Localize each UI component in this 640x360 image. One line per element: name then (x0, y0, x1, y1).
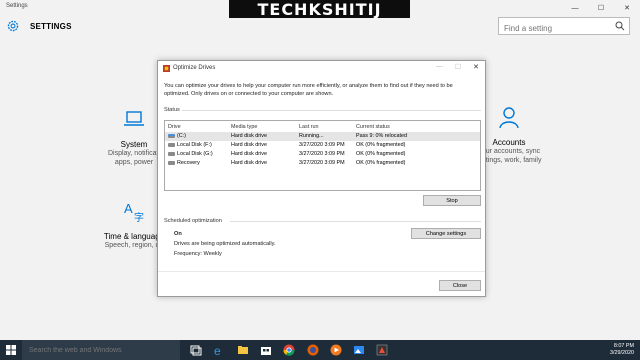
column-media-type[interactable]: Media type (231, 123, 257, 132)
schedule-description: Drives are being optimized automatically… (174, 241, 276, 247)
divider (182, 110, 481, 111)
column-last-run[interactable]: Last run (299, 123, 318, 132)
search-input[interactable] (499, 20, 609, 37)
dialog-titlebar: Optimize Drives — ☐ ✕ (158, 61, 485, 76)
drive-cell: (C:) (168, 132, 186, 141)
column-drive[interactable]: Drive (168, 123, 181, 132)
last-run: 3/27/2020 3:09 PM (299, 142, 345, 148)
person-icon (499, 107, 519, 129)
last-run: 3/27/2020 3:09 PM (299, 151, 345, 157)
maximize-button[interactable]: ☐ (588, 0, 614, 16)
dialog-close-icon[interactable]: ✕ (473, 63, 479, 71)
drive-row-c[interactable]: (C:) Hard disk drive Running... Pass 9: … (165, 132, 480, 141)
current-status: Pass 9: 0% relocated (356, 133, 407, 139)
divider (230, 221, 481, 222)
settings-header: SETTINGS (6, 19, 72, 33)
optimize-drives-dialog: Optimize Drives — ☐ ✕ You can optimize y… (157, 60, 486, 297)
dialog-window-controls: — ☐ ✕ (436, 63, 479, 71)
firefox-icon[interactable] (307, 344, 319, 356)
drive-name: Recovery (177, 160, 200, 166)
dialog-title: Optimize Drives (173, 65, 216, 71)
system-drive-icon (168, 133, 175, 138)
dialog-maximize-button[interactable]: ☐ (455, 63, 461, 71)
column-current-status[interactable]: Current status (356, 123, 390, 132)
windows-start-icon[interactable] (6, 345, 16, 355)
drive-row-g[interactable]: Local Disk (G:) Hard disk drive 3/27/202… (165, 150, 480, 159)
drive-row-recovery[interactable]: Recovery Hard disk drive 3/27/2020 3:09 … (165, 159, 480, 168)
app-icon[interactable] (376, 344, 388, 356)
file-explorer-icon[interactable] (237, 344, 249, 356)
settings-label: SETTINGS (30, 21, 72, 31)
last-run: Running... (299, 133, 324, 139)
current-status: OK (0% fragmented) (356, 142, 406, 148)
dialog-intro: You can optimize your drives to help you… (164, 83, 453, 97)
list-header: Drive Media type Last run Current status (165, 123, 480, 132)
drive-row-f[interactable]: Local Disk (F:) Hard disk drive 3/27/202… (165, 141, 480, 150)
taskbar: e 8:07 PM 3/29/2020 (0, 340, 640, 360)
settings-window-title: Settings (6, 3, 28, 9)
drive-icon (168, 160, 175, 165)
scheduled-optimization-label: Scheduled optimization (164, 218, 222, 224)
stop-button[interactable]: Stop (423, 195, 481, 206)
drive-name: (C:) (177, 133, 186, 139)
watermark: TECHKSHITIJ (229, 0, 410, 19)
window-controls: — ☐ ✕ (562, 0, 640, 16)
drive-name: Local Disk (F:) (177, 142, 212, 148)
taskbar-search-input[interactable] (29, 344, 174, 356)
chrome-icon[interactable] (283, 344, 295, 356)
schedule-state: On (174, 231, 182, 237)
photos-icon[interactable] (353, 344, 365, 356)
drive-name: Local Disk (G:) (177, 151, 213, 157)
close-button[interactable]: Close (439, 280, 481, 291)
media-type: Hard disk drive (231, 151, 267, 157)
media-type: Hard disk drive (231, 133, 267, 139)
drives-list[interactable]: Drive Media type Last run Current status… (164, 120, 481, 191)
svg-text:字: 字 (134, 211, 144, 223)
taskbar-search[interactable] (22, 340, 180, 360)
drive-cell: Recovery (168, 159, 200, 168)
edge-icon[interactable]: e (213, 344, 225, 356)
status-label: Status (164, 107, 180, 113)
svg-text:A: A (124, 201, 133, 216)
last-run: 3/27/2020 3:09 PM (299, 160, 345, 166)
defrag-icon (163, 65, 170, 72)
task-view-icon[interactable] (190, 344, 202, 356)
media-type: Hard disk drive (231, 160, 267, 166)
system-clock[interactable]: 8:07 PM 3/29/2020 (610, 343, 634, 357)
svg-text:e: e (214, 344, 221, 356)
change-settings-button[interactable]: Change settings (411, 228, 481, 239)
dialog-minimize-button[interactable]: — (436, 63, 443, 71)
media-type: Hard disk drive (231, 142, 267, 148)
drive-cell: Local Disk (G:) (168, 150, 213, 159)
language-icon: A 字 (124, 201, 144, 224)
schedule-frequency: Frequency: Weekly (174, 251, 222, 257)
footer-divider (158, 271, 485, 272)
minimize-button[interactable]: — (562, 0, 588, 16)
laptop-icon (124, 111, 144, 126)
drive-icon (168, 151, 175, 156)
search-icon[interactable] (615, 21, 625, 31)
clock-time: 8:07 PM (613, 343, 634, 349)
gear-icon (7, 20, 19, 32)
current-status: OK (0% fragmented) (356, 160, 406, 166)
drive-cell: Local Disk (F:) (168, 141, 212, 150)
settings-search[interactable] (498, 17, 630, 37)
drive-icon (168, 142, 175, 147)
media-player-icon[interactable] (330, 344, 342, 356)
current-status: OK (0% fragmented) (356, 151, 406, 157)
clock-date: 3/29/2020 (610, 350, 634, 356)
store-icon[interactable] (260, 344, 272, 356)
close-button[interactable]: ✕ (614, 0, 640, 16)
